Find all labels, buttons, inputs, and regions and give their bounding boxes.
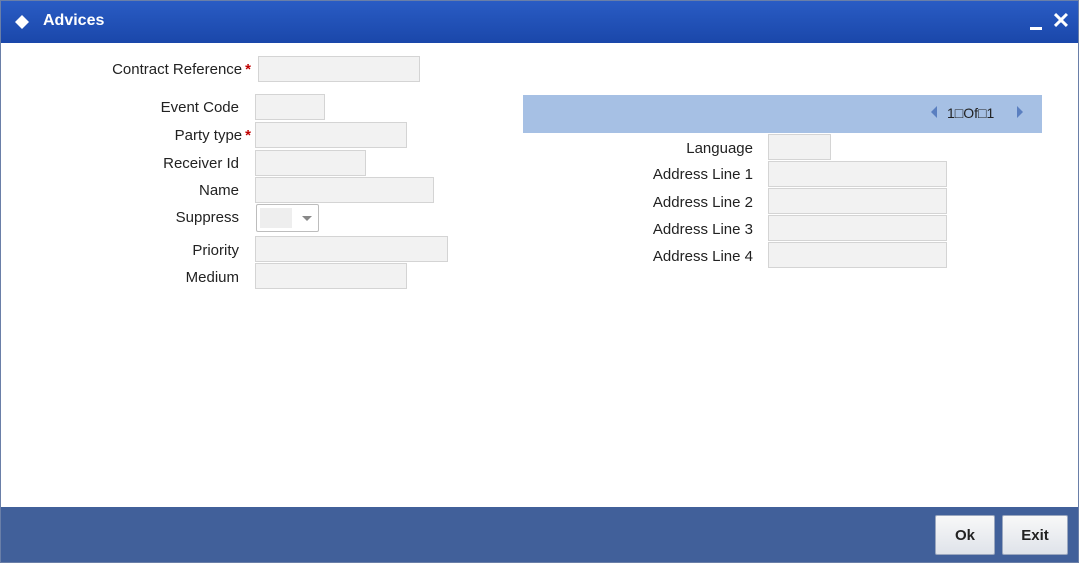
address-line-3-label: Address Line 3 (652, 221, 753, 238)
footer-bar (1, 507, 1078, 562)
pager-count: 1□Of□1 (947, 105, 995, 121)
medium-field[interactable] (255, 263, 407, 289)
ok-button[interactable]: Ok (935, 515, 995, 555)
contract-reference-field[interactable] (258, 56, 420, 82)
required-marker: * (245, 61, 251, 78)
address-line-2-field[interactable] (768, 188, 947, 214)
party-type-field[interactable] (255, 122, 407, 148)
name-field[interactable] (255, 177, 434, 203)
required-marker: * (245, 127, 251, 144)
address-line-1-label: Address Line 1 (652, 166, 753, 183)
address-line-4-label: Address Line 4 (652, 248, 753, 265)
address-pager-bar: 1□Of□1 (523, 95, 1042, 133)
receiver-id-label: Receiver Id (163, 155, 239, 172)
priority-label: Priority (192, 242, 239, 259)
title-bar: Advices ✕ (1, 1, 1078, 43)
priority-field[interactable] (255, 236, 448, 262)
address-line-4-field[interactable] (768, 242, 947, 268)
party-type-label: Party type * (174, 127, 251, 144)
language-field[interactable] (768, 134, 831, 160)
language-label: Language (686, 140, 753, 157)
contract-reference-label: Contract Reference * (112, 61, 251, 78)
arrow-left-icon[interactable] (931, 106, 937, 118)
exit-button[interactable]: Exit (1002, 515, 1068, 555)
arrow-right-icon[interactable] (1017, 106, 1023, 118)
suppress-label: Suppress (175, 209, 239, 226)
suppress-value (260, 208, 292, 228)
suppress-select[interactable] (256, 204, 319, 232)
close-icon[interactable]: ✕ (1050, 9, 1072, 33)
address-line-2-label: Address Line 2 (652, 194, 753, 211)
address-line-3-field[interactable] (768, 215, 947, 241)
medium-label: Medium (185, 269, 239, 286)
advices-window: Advices ✕ Contract Reference * Event Code… (0, 0, 1079, 563)
event-code-label: Event Code (160, 99, 239, 116)
chevron-down-icon[interactable] (302, 216, 312, 221)
window-title: Advices (43, 12, 105, 29)
minimize-icon[interactable] (1028, 13, 1044, 33)
diamond-icon (15, 15, 29, 29)
name-label: Name (198, 182, 239, 199)
event-code-field[interactable] (255, 94, 325, 120)
address-line-1-field[interactable] (768, 161, 947, 187)
receiver-id-field[interactable] (255, 150, 366, 176)
